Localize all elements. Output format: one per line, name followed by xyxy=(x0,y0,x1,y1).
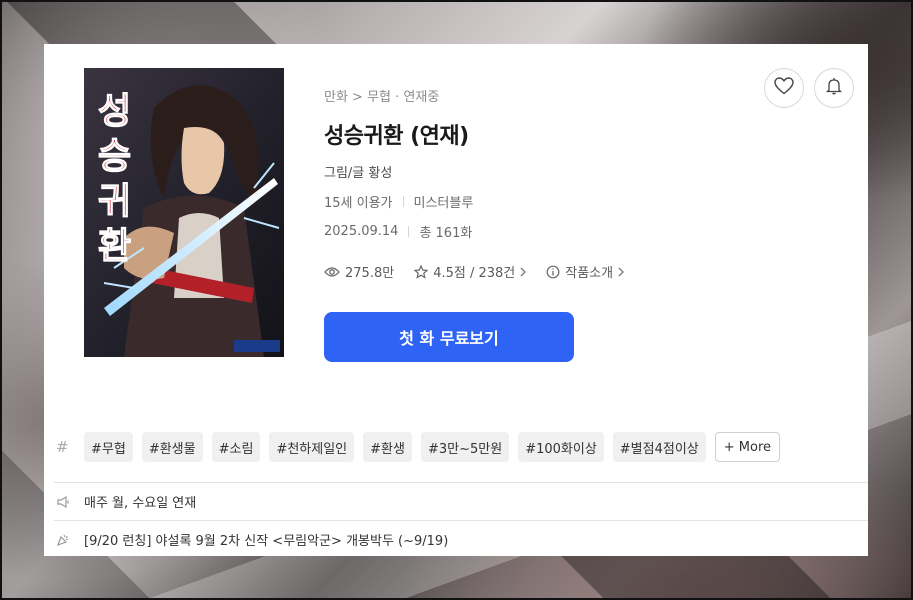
intro-link[interactable]: 작품소개 xyxy=(546,262,625,281)
notification-button[interactable] xyxy=(814,68,854,108)
divider xyxy=(402,196,404,207)
meta-rating-publisher: 15세 이용가 미스터블루 xyxy=(324,192,473,211)
rating-link[interactable]: 4.5점 / 238건 xyxy=(414,262,527,281)
tag-chip[interactable]: #무협 xyxy=(84,432,133,462)
bell-icon xyxy=(825,77,843,99)
update-date: 2025.09.14 xyxy=(324,224,399,239)
eye-icon xyxy=(324,266,340,278)
tag-list: # #무협 #환생물 #소림 #천하제일인 #환생 #3만~5만원 #100화이… xyxy=(56,432,781,462)
stats-row: 275.8만 4.5점 / 238건 작품소개 xyxy=(324,262,625,281)
age-rating: 15세 이용가 xyxy=(324,196,393,211)
party-popper-icon xyxy=(56,533,84,547)
divider xyxy=(408,226,410,237)
tag-chip[interactable]: #3만~5만원 xyxy=(420,432,510,462)
chevron-right-icon xyxy=(618,267,625,277)
chevron-right-icon xyxy=(520,267,527,277)
author-info[interactable]: 그림/글 황성 xyxy=(324,162,392,181)
tag-chip[interactable]: #환생 xyxy=(363,432,412,462)
tag-chip[interactable]: #천하제일인 xyxy=(269,432,355,462)
tag-chip[interactable]: #별점4점이상 xyxy=(612,432,706,462)
view-count-value: 275.8만 xyxy=(345,266,395,281)
tag-chip[interactable]: #환생물 xyxy=(141,432,203,462)
schedule-text: 매주 월, 수요일 연재 xyxy=(84,496,197,511)
intro-label: 작품소개 xyxy=(565,266,614,281)
svg-text:귀: 귀 xyxy=(98,180,131,222)
hash-icon: # xyxy=(56,438,69,456)
episode-count: 총 161화 xyxy=(419,226,473,241)
page-title: 성승귀환 (연재) xyxy=(324,124,469,149)
event-text: [9/20 런칭] 야설록 9월 2차 신작 <무림악군> 개봉박두 (~9/1… xyxy=(84,534,449,549)
heart-icon xyxy=(774,77,794,99)
meta-date-episodes: 2025.09.14 총 161화 xyxy=(324,222,472,241)
breadcrumb[interactable]: 만화 > 무협 · 연재중 xyxy=(324,86,439,105)
svg-text:환: 환 xyxy=(98,225,131,267)
divider xyxy=(54,482,868,483)
svg-text:성: 성 xyxy=(98,90,131,132)
favorite-button[interactable] xyxy=(764,68,804,108)
first-episode-free-button[interactable]: 첫 화 무료보기 xyxy=(324,312,574,362)
work-detail-panel: 성 승 귀 환 만화 > 무협 · 연재중 성승귀환 (연재) 그림/글 황성 … xyxy=(44,44,868,556)
tag-chip[interactable]: #100화이상 xyxy=(518,432,604,462)
tag-chip[interactable]: #소림 xyxy=(211,432,261,462)
star-icon xyxy=(414,264,429,279)
divider xyxy=(54,520,868,521)
rating-value: 4.5점 / 238건 xyxy=(433,266,516,281)
cover-image[interactable]: 성 승 귀 환 xyxy=(84,68,284,357)
info-icon xyxy=(546,265,560,279)
view-count: 275.8만 xyxy=(324,262,394,281)
cover-illustration: 성 승 귀 환 xyxy=(84,68,284,357)
more-tags-button[interactable]: + More xyxy=(714,432,781,462)
svg-text:승: 승 xyxy=(98,135,131,177)
event-notice[interactable]: [9/20 런칭] 야설록 9월 2차 신작 <무림악군> 개봉박두 (~9/1… xyxy=(56,530,448,549)
publisher: 미스터블루 xyxy=(413,196,474,211)
schedule-notice: 매주 월, 수요일 연재 xyxy=(56,492,196,511)
megaphone-icon xyxy=(56,495,84,509)
